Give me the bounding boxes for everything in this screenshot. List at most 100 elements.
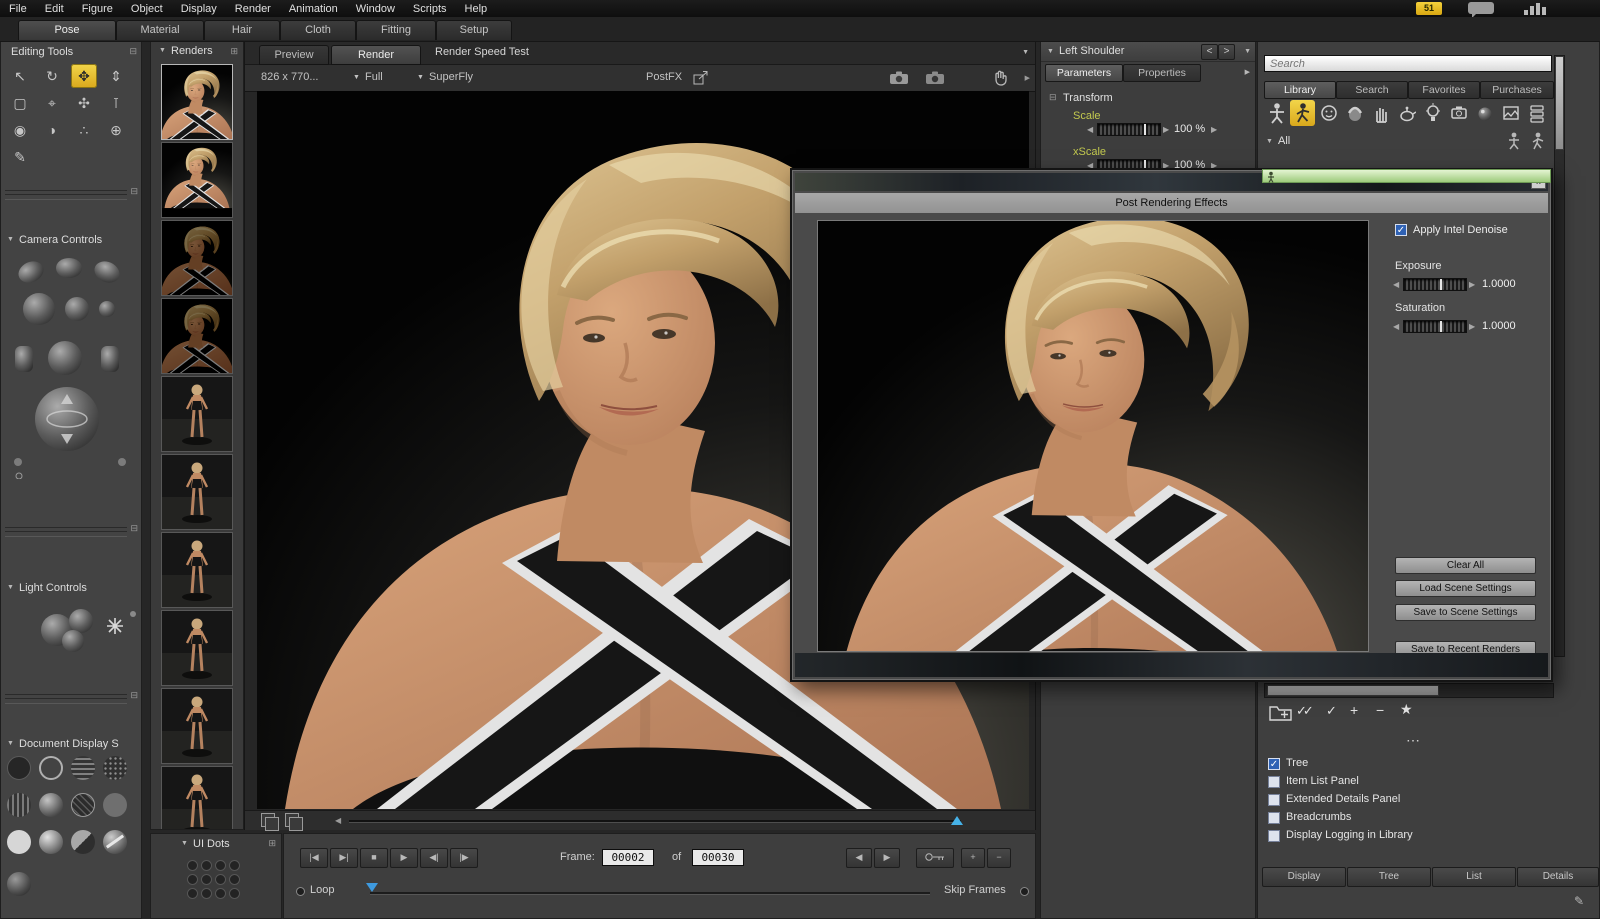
display-style-flat-lined[interactable] [71,793,95,817]
ui-dot[interactable] [187,860,198,871]
category-hair-icon[interactable] [1342,100,1367,126]
stats-icon[interactable] [1524,2,1554,15]
display-style-smooth-lined[interactable] [39,830,63,854]
tool-direct-manipulation[interactable]: ⌖ [39,91,65,115]
category-materials-icon[interactable] [1472,100,1497,126]
favorite-star-icon[interactable]: ★ [1400,701,1413,718]
light-controls-disclosure[interactable]: ▼ [7,584,14,591]
render-thumbnail[interactable] [161,142,233,218]
menu-file[interactable]: File [0,3,36,15]
display-view-button[interactable]: Display [1262,867,1346,887]
snapshot-camera-icon[interactable] [925,70,945,85]
postfx-label[interactable]: PostFX [646,71,682,83]
render-thumbnail[interactable] [161,532,233,608]
display-style-sketched[interactable] [103,756,127,780]
play-button[interactable]: ▶ [390,848,418,868]
param-scale-inc-icon[interactable]: ▶ [1163,125,1169,134]
library-scrollbar[interactable] [1554,55,1565,657]
menu-scripts[interactable]: Scripts [404,3,456,15]
remove-item-icon[interactable]: − [1376,702,1384,718]
render-thumbnail[interactable] [161,766,233,830]
display-style-texture-shaded[interactable] [71,830,95,854]
display-style-outline[interactable] [39,756,63,780]
renders-disclosure[interactable]: ▼ [159,47,166,54]
pan-hand-icon[interactable] [993,69,1008,86]
library-filter-all[interactable]: All [1278,135,1290,147]
camera-controls-cluster[interactable] [9,254,134,479]
menu-display[interactable]: Display [172,3,226,15]
library-selected-item-bar[interactable] [1262,169,1551,183]
delete-keyframe-button[interactable]: − [987,848,1011,868]
display-style-flat-shaded[interactable] [39,793,63,817]
total-frames-input[interactable] [692,849,744,866]
ui-dot[interactable] [201,860,212,871]
load-scene-settings-button[interactable]: Load Scene Settings [1395,580,1536,597]
library-search-input[interactable] [1264,55,1552,72]
tool-grouping[interactable]: ◉ [7,118,33,142]
display-style-smooth-shaded[interactable] [7,830,31,854]
transform-collapse-icon[interactable]: ⊟ [1049,92,1057,103]
apply-denoise-checkbox[interactable] [1395,224,1407,236]
param-scale-menu-icon[interactable]: ▶ [1211,125,1217,134]
tab-fitting[interactable]: Fitting [356,20,436,40]
category-scenes-icon[interactable] [1498,100,1523,126]
render-engine-dropdown[interactable]: SuperFly [429,71,473,83]
render-resolution[interactable]: 826 x 770... [261,71,319,83]
all-disclosure[interactable]: ▼ [1266,138,1273,145]
tool-morph[interactable]: ∴ [71,118,97,142]
exposure-value[interactable]: 1.0000 [1482,278,1516,290]
item-list-panel-checkbox[interactable] [1268,776,1280,788]
display-style-preview[interactable] [7,872,31,896]
exposure-dec-icon[interactable]: ◀ [1393,280,1399,289]
extended-details-checkbox[interactable] [1268,794,1280,806]
layers-icon[interactable] [285,813,299,827]
tool-translate[interactable]: ✥ [71,64,97,88]
tool-chain-break[interactable]: ⊺ [103,91,129,115]
postfx-share-icon[interactable] [693,70,709,85]
loop-toggle[interactable] [296,887,305,896]
display-style-wireframe[interactable] [71,756,95,780]
apply-icon[interactable]: ✓ [1326,703,1337,719]
first-frame-button[interactable]: |◀ [300,848,328,868]
render-thumbnail[interactable] [161,64,233,140]
skip-frames-toggle[interactable] [1020,887,1029,896]
scroll-left-icon[interactable]: ◀ [335,816,341,825]
param-scale-value[interactable]: 100 % [1174,123,1205,135]
render-thumbnail[interactable] [161,688,233,764]
add-item-icon[interactable]: + [1350,702,1358,718]
actor-prev-button[interactable]: < [1201,44,1218,60]
tool-color[interactable]: ◑ [39,118,65,142]
document-display-disclosure[interactable]: ▼ [7,740,14,747]
saturation-dec-icon[interactable]: ◀ [1393,322,1399,331]
tool-marquee[interactable]: ▢ [7,91,33,115]
save-to-scene-settings-button[interactable]: Save to Scene Settings [1395,604,1536,621]
ui-dot[interactable] [215,888,226,899]
tab-setup[interactable]: Setup [436,20,512,40]
size-mode-dropdown[interactable]: Full [365,71,383,83]
display-style-lit-wireframe[interactable] [7,793,31,817]
toolbar-overflow-icon[interactable]: ▶ [1025,74,1030,82]
param-scale-slider[interactable] [1097,123,1161,136]
panel-collapse-icon[interactable]: ⊟ [130,186,138,197]
panel-collapse-icon[interactable]: ⊟ [129,46,137,57]
parameters-menu-icon[interactable]: ▼ [1244,48,1251,55]
render-thumbnail[interactable] [161,454,233,530]
category-hands-icon[interactable] [1368,100,1393,126]
size-dropdown-icon[interactable]: ▼ [353,74,360,81]
ui-dot[interactable] [215,860,226,871]
tree-view-button[interactable]: Tree [1347,867,1431,887]
menu-help[interactable]: Help [456,3,497,15]
tab-parameters[interactable]: Parameters [1045,64,1123,82]
notification-badge[interactable]: 51 [1416,2,1442,15]
prev-frame-button[interactable]: ◀| [420,848,448,868]
saturation-inc-icon[interactable]: ▶ [1469,322,1475,331]
menu-object[interactable]: Object [122,3,172,15]
scrubber-position-marker[interactable] [951,816,963,825]
timeline-track[interactable] [370,892,930,895]
param-scale-label[interactable]: Scale [1073,110,1101,122]
edit-keyframes-button[interactable] [916,848,954,868]
actor-next-button[interactable]: > [1218,44,1235,60]
render-thumbnail[interactable] [161,220,233,296]
prev-keyframe-button[interactable]: ◀ [846,848,872,868]
ui-dots-disclosure[interactable]: ▼ [181,840,188,847]
